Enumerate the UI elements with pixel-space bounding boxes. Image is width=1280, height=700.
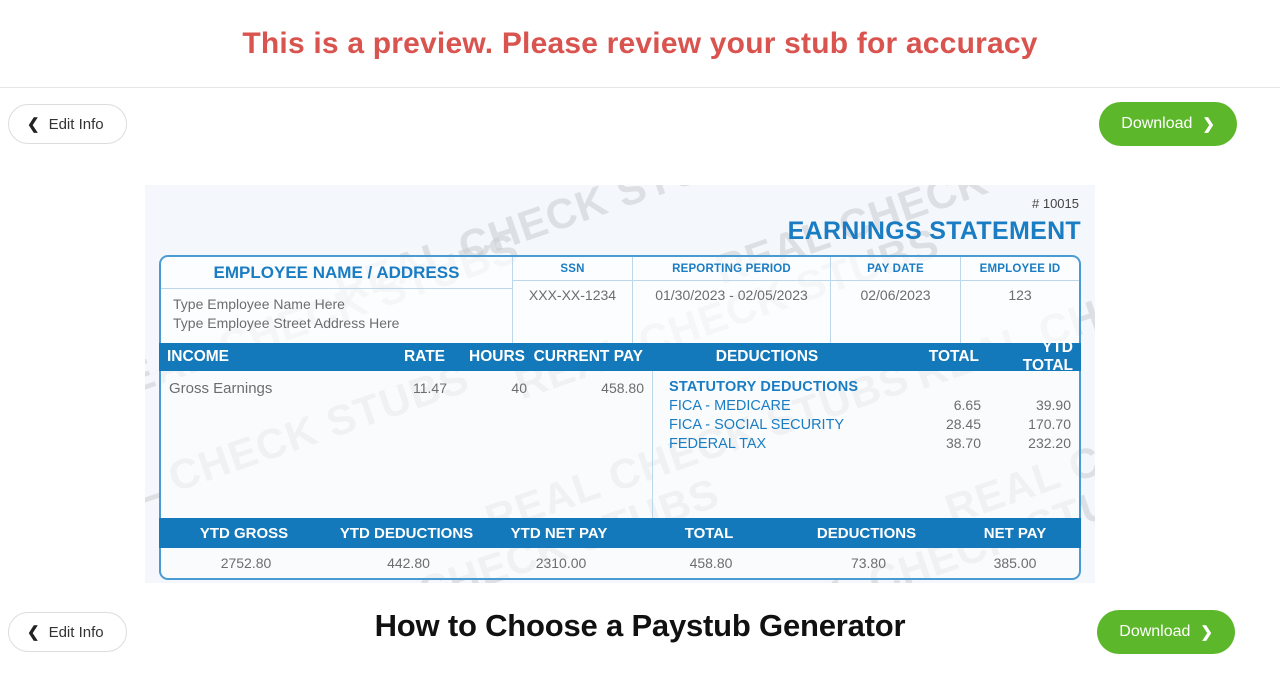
net-pay-header: NET PAY [983,524,1047,542]
deduction-row: FICA - SOCIAL SECURITY 28.45 170.70 [653,416,1079,433]
pay-date-column: PAY DATE 02/06/2023 [831,257,961,343]
deductions-pane: STATUTORY DEDUCTIONS FICA - MEDICARE 6.6… [653,371,1079,518]
employee-name-value: Type Employee Name Here [173,296,345,312]
deduction-total: 6.65 [953,397,981,413]
employee-name-address-column: EMPLOYEE NAME / ADDRESS Type Employee Na… [161,257,513,343]
ssn-value: XXX-XX-1234 [528,287,617,303]
ssn-column: SSN XXX-XX-1234 [513,257,633,343]
deductions-header: DEDUCTIONS [715,348,819,365]
download-label: Download [1121,115,1193,132]
edit-info-label: Edit Info [48,115,104,133]
ytd-deductions-header: YTD DEDUCTIONS [339,524,474,542]
ytd-gross-value: 2752.80 [220,555,272,571]
download-button-top[interactable]: Download ❯ [1099,102,1237,146]
stub-number: # 10015 [1032,196,1079,211]
current-pay-header: CURRENT PAY [533,348,643,365]
article-heading: How to Choose a Paystub Generator [374,608,906,643]
paystub-header: # 10015 EARNINGS STATEMENT [159,193,1081,255]
employee-name-address-value: Type Employee Name Here Type Employee St… [161,289,512,343]
reporting-period-header: REPORTING PERIOD [633,257,830,281]
ytd-deductions-value: 442.80 [387,555,430,571]
employee-id-column: EMPLOYEE ID 123 [961,257,1079,343]
ytd-total-header: YTD TOTAL [1022,339,1073,374]
income-row-hours: 40 [511,380,527,396]
paystub-preview[interactable]: REAL CHECK STUBS REAL CHECK STUBS REAL C… [145,185,1095,583]
edit-info-button-top[interactable]: ❮ Edit Info [8,104,127,144]
pay-date-value: 02/06/2023 [860,287,931,303]
reporting-period-value: 01/30/2023 - 02/05/2023 [655,287,808,303]
ytd-net-pay-header: YTD NET PAY [510,524,608,542]
employee-name-address-header: EMPLOYEE NAME / ADDRESS [161,257,512,289]
employee-info-table: EMPLOYEE NAME / ADDRESS Type Employee Na… [159,255,1081,343]
statutory-deductions-title: STATUTORY DEDUCTIONS [669,379,859,395]
employee-address-value: Type Employee Street Address Here [173,315,400,331]
employee-id-value: 123 [1008,287,1032,303]
income-row-current-pay: 458.80 [601,380,644,396]
earnings-header-band: INCOME RATE HOURS CURRENT PAY DEDUCTIONS… [159,339,1081,374]
summary-values-row: 2752.80 442.80 2310.00 458.80 73.80 385.… [159,548,1081,580]
net-pay-value: 385.00 [993,555,1037,571]
summary-deductions-header: DEDUCTIONS [816,524,917,542]
income-row-label: Gross Earnings [169,380,273,397]
chevron-right-icon: ❯ [1202,115,1215,133]
summary-total-value: 458.80 [689,555,733,571]
deduction-total: 38.70 [945,435,981,451]
summary-deductions-value: 73.80 [850,555,887,571]
preview-banner: This is a preview. Please review your st… [0,0,1280,88]
preview-banner-text: This is a preview. Please review your st… [242,26,1038,60]
deduction-ytd-total: 232.20 [1028,435,1071,451]
earnings-statement-title: EARNINGS STATEMENT [787,217,1081,245]
hours-header: HOURS [469,348,525,365]
pay-date-header: PAY DATE [831,257,960,281]
deduction-total: 28.45 [945,416,981,432]
deduction-row: FEDERAL TAX 38.70 232.20 [653,435,1079,452]
deduction-ytd-total: 170.70 [1028,416,1071,432]
employee-id-header: EMPLOYEE ID [961,257,1079,281]
deduction-row: FICA - MEDICARE 6.65 39.90 [653,397,1079,414]
summary-header-band: YTD GROSS YTD DEDUCTIONS YTD NET PAY TOT… [159,518,1081,548]
income-pane: Gross Earnings 11.47 40 458.80 [161,371,653,518]
ytd-net-pay-value: 2310.00 [535,555,587,571]
top-action-bar: ❮ Edit Info Download ❯ [0,88,1280,160]
reporting-period-column: REPORTING PERIOD 01/30/2023 - 02/05/2023 [633,257,831,343]
income-row-rate: 11.47 [413,380,447,396]
deduction-label: FICA - MEDICARE [669,398,791,414]
ssn-header: SSN [513,257,632,281]
rate-header: RATE [403,348,445,365]
earnings-body: Gross Earnings 11.47 40 458.80 STATUTORY… [159,371,1081,518]
summary-total-header: TOTAL [684,524,734,542]
deduction-label: FEDERAL TAX [669,436,767,452]
total-header: TOTAL [928,348,979,365]
ytd-gross-header: YTD GROSS [199,524,289,542]
deduction-label: FICA - SOCIAL SECURITY [669,417,845,433]
income-header: INCOME [167,348,229,365]
deduction-ytd-total: 39.90 [1035,397,1071,413]
chevron-left-icon: ❮ [27,115,40,133]
